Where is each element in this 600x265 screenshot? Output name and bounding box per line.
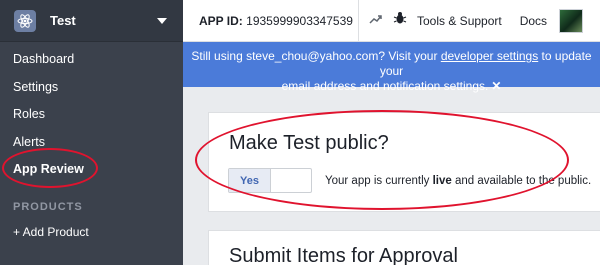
divider bbox=[358, 0, 359, 42]
submit-items-card: Submit Items for Approval bbox=[208, 230, 600, 265]
sidebar-nav: Dashboard Settings Roles Alerts App Revi… bbox=[0, 42, 183, 184]
tools-support-link[interactable]: Tools & Support bbox=[417, 14, 502, 28]
app-id-label: APP ID: bbox=[199, 13, 243, 28]
app-id: APP ID: 1935999903347539 bbox=[183, 14, 358, 28]
caret-down-icon[interactable] bbox=[157, 17, 167, 24]
add-product-button[interactable]: + Add Product bbox=[0, 222, 183, 242]
banner-text-3: email address and notification settings. bbox=[281, 79, 489, 93]
make-public-title: Make Test public? bbox=[229, 132, 389, 154]
avatar[interactable] bbox=[559, 8, 584, 33]
app-switcher[interactable]: Test bbox=[0, 0, 183, 42]
trend-icon[interactable] bbox=[369, 12, 383, 30]
app-icon bbox=[14, 9, 36, 32]
developer-settings-link[interactable]: developer settings bbox=[441, 49, 538, 63]
banner-text-1: Still using steve_chou@yahoo.com? Visit … bbox=[191, 49, 441, 63]
topbar: APP ID: 1935999903347539 Tools & Support… bbox=[183, 0, 600, 42]
products-section-label: PRODUCTS bbox=[13, 200, 83, 213]
email-notice-banner: Still using steve_chou@yahoo.com? Visit … bbox=[183, 42, 600, 93]
public-toggle[interactable]: Yes bbox=[228, 168, 312, 193]
toggle-knob bbox=[271, 169, 311, 192]
app-status-text: Your app is currently live and available… bbox=[325, 175, 591, 187]
sidebar-item-alerts[interactable]: Alerts bbox=[0, 129, 183, 157]
banner-line-1: Still using steve_chou@yahoo.com? Visit … bbox=[183, 49, 600, 79]
status-prefix: Your app is currently bbox=[325, 175, 433, 187]
sidebar: Test Dashboard Settings Roles Alerts App… bbox=[0, 0, 183, 265]
sidebar-item-app-review[interactable]: App Review bbox=[0, 156, 183, 184]
bug-icon[interactable] bbox=[393, 11, 407, 30]
docs-link[interactable]: Docs bbox=[520, 14, 547, 28]
sidebar-item-dashboard[interactable]: Dashboard bbox=[0, 46, 183, 74]
status-suffix: and available to the public. bbox=[451, 175, 592, 187]
status-live: live bbox=[432, 175, 452, 187]
app-name: Test bbox=[50, 13, 76, 28]
toggle-yes-label: Yes bbox=[229, 169, 271, 192]
submit-items-title: Submit Items for Approval bbox=[229, 245, 458, 265]
make-public-card: Make Test public? Yes Your app is curren… bbox=[208, 112, 600, 212]
banner-line-2: email address and notification settings.… bbox=[183, 79, 600, 94]
sidebar-item-settings[interactable]: Settings bbox=[0, 74, 183, 102]
app-id-value: 1935999903347539 bbox=[246, 13, 353, 28]
close-icon[interactable]: ✕ bbox=[491, 79, 501, 93]
sidebar-item-roles[interactable]: Roles bbox=[0, 101, 183, 129]
